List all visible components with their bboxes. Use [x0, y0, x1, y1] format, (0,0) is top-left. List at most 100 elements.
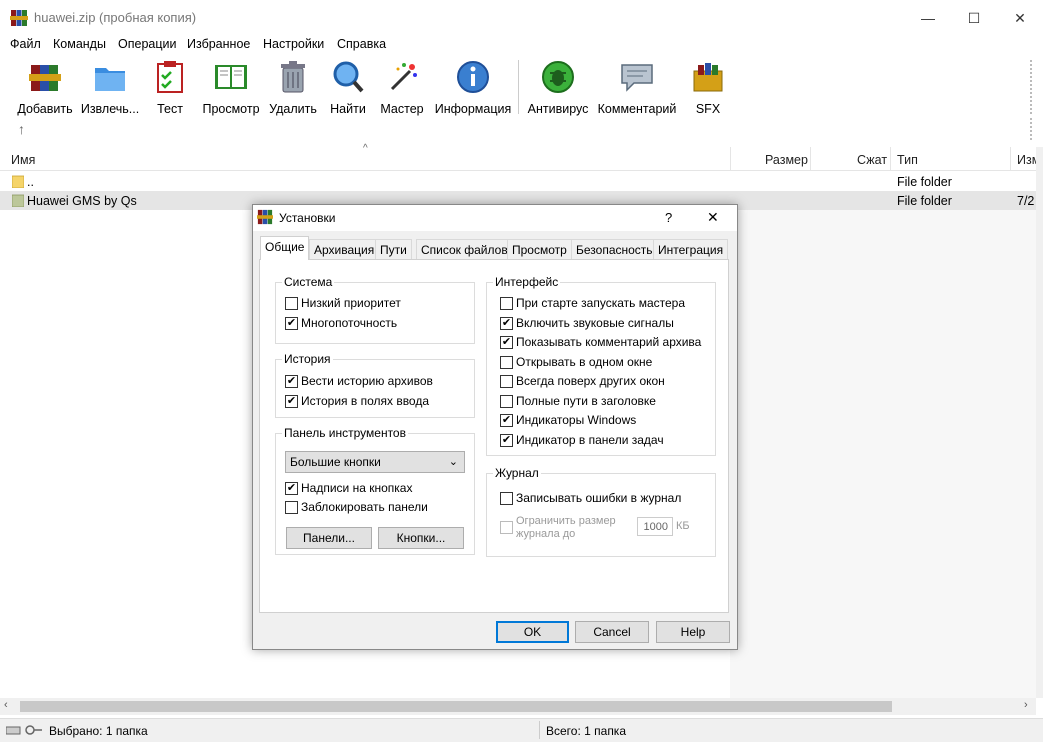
menu-bar: Файл Команды Операции Избранное Настройк…	[0, 36, 1043, 56]
button-size-select[interactable]: Большие кнопки ⌄	[285, 451, 465, 473]
taskbar-indicator-checkbox[interactable]: ✔ Индикатор в панели задач	[500, 432, 664, 448]
folder-icon	[12, 175, 24, 188]
checkbox-box[interactable]: ✔	[500, 433, 513, 447]
column-size[interactable]: Размер	[765, 153, 808, 167]
close-button[interactable]: ✕	[997, 0, 1043, 36]
minimize-button[interactable]: —	[905, 0, 951, 36]
info-button[interactable]: Информация	[434, 59, 512, 116]
table-row[interactable]: .. File folder	[0, 172, 1043, 191]
checkbox-box[interactable]	[500, 296, 513, 310]
toolbar-separator	[518, 60, 519, 114]
view-button[interactable]: Просмотр	[200, 59, 262, 116]
checkbox-label: История в полях ввода	[301, 394, 430, 408]
windows-indicators-checkbox[interactable]: ✔ Индикаторы Windows	[500, 412, 636, 428]
always-on-top-checkbox[interactable]: Всегда поверх других окон	[500, 373, 665, 389]
tab-file-list[interactable]: Список файлов	[416, 239, 513, 259]
menu-help[interactable]: Справка	[337, 37, 386, 51]
tab-viewer[interactable]: Просмотр	[507, 239, 572, 259]
view-label: Просмотр	[202, 102, 260, 116]
extract-button[interactable]: Извлечь...	[80, 59, 140, 116]
tab-paths[interactable]: Пути	[375, 239, 412, 259]
checkbox-box[interactable]	[500, 520, 513, 534]
vertical-scrollbar[interactable]	[1036, 147, 1043, 698]
column-background	[730, 210, 1036, 698]
scroll-left-icon[interactable]: ‹	[4, 699, 8, 711]
menu-favorites[interactable]: Избранное	[187, 37, 250, 51]
checkbox-box[interactable]: ✔	[285, 394, 298, 408]
test-button[interactable]: Тест	[150, 59, 190, 116]
comment-button[interactable]: Комментарий	[597, 59, 677, 116]
address-grip[interactable]	[1030, 118, 1032, 140]
checkbox-box[interactable]: ✔	[500, 413, 513, 427]
checkbox-box[interactable]: ✔	[500, 335, 513, 349]
log-size-input[interactable]: 1000	[637, 517, 673, 536]
limit-log-label-line1: Ограничить размер	[516, 515, 616, 527]
panels-button[interactable]: Панели...	[286, 527, 372, 549]
low-priority-checkbox[interactable]: Низкий приоритет	[285, 295, 401, 311]
scroll-right-icon[interactable]: ›	[1024, 699, 1028, 711]
horizontal-scrollbar[interactable]: ‹ ›	[0, 698, 1036, 715]
full-paths-checkbox[interactable]: Полные пути в заголовке	[500, 393, 656, 409]
checkbox-box[interactable]	[285, 296, 298, 310]
multithreading-checkbox[interactable]: ✔ Многопоточность	[285, 315, 397, 331]
wizard-button[interactable]: Мастер	[379, 59, 425, 116]
checkbox-box[interactable]	[500, 394, 513, 408]
tab-archiving[interactable]: Архивация	[309, 239, 380, 259]
menu-file[interactable]: Файл	[10, 37, 41, 51]
column-name[interactable]: Имя	[11, 153, 35, 167]
help-button[interactable]: Help	[656, 621, 730, 643]
sfx-button[interactable]: SFX	[686, 59, 730, 116]
show-comment-checkbox[interactable]: ✔ Показывать комментарий архива	[500, 334, 701, 350]
find-button[interactable]: Найти	[328, 59, 368, 116]
start-wizard-checkbox[interactable]: При старте запускать мастера	[500, 295, 685, 311]
checkbox-label: Включить звуковые сигналы	[516, 316, 674, 330]
title-bar: huawei.zip (пробная копия) — ☐ ✕	[0, 0, 1043, 36]
ok-button[interactable]: OK	[496, 621, 569, 643]
column-divider[interactable]	[890, 147, 891, 171]
cancel-button[interactable]: Cancel	[575, 621, 649, 643]
checkbox-box[interactable]	[500, 491, 513, 505]
log-errors-checkbox[interactable]: Записывать ошибки в журнал	[500, 490, 681, 506]
sounds-checkbox[interactable]: ✔ Включить звуковые сигналы	[500, 315, 674, 331]
buttons-button[interactable]: Кнопки...	[378, 527, 464, 549]
column-packed[interactable]: Сжат	[857, 153, 887, 167]
checkbox-box[interactable]: ✔	[500, 316, 513, 330]
checkbox-box[interactable]	[500, 355, 513, 369]
tab-security[interactable]: Безопасность	[571, 239, 658, 259]
delete-button[interactable]: Удалить	[268, 59, 318, 116]
toolbar: Добавить Извлечь... Тест Просмотр Удалит…	[0, 56, 1043, 146]
column-divider[interactable]	[810, 147, 811, 171]
checkbox-box[interactable]: ✔	[285, 481, 298, 495]
single-window-checkbox[interactable]: Открывать в одном окне	[500, 354, 652, 370]
lock-panels-checkbox[interactable]: Заблокировать панели	[285, 499, 428, 515]
tab-general[interactable]: Общие	[260, 236, 310, 260]
wizard-label: Мастер	[380, 102, 424, 116]
dialog-close-button[interactable]: ✕	[707, 209, 719, 226]
column-type[interactable]: Тип	[897, 153, 918, 167]
menu-commands[interactable]: Команды	[53, 37, 106, 51]
checkbox-box[interactable]: ✔	[285, 316, 298, 330]
dialog-help-button[interactable]: ?	[665, 210, 672, 225]
button-captions-checkbox[interactable]: ✔ Надписи на кнопках	[285, 480, 412, 496]
menu-settings[interactable]: Настройки	[263, 37, 324, 51]
checkbox-box[interactable]	[500, 374, 513, 388]
checkbox-box[interactable]: ✔	[285, 374, 298, 388]
up-folder-button[interactable]: ↑	[18, 121, 25, 137]
menu-operations[interactable]: Операции	[118, 37, 176, 51]
antivirus-button[interactable]: Антивирус	[526, 59, 590, 116]
add-button[interactable]: Добавить	[16, 59, 74, 116]
input-history-checkbox[interactable]: ✔ История в полях ввода	[285, 393, 429, 409]
checkbox-box[interactable]	[285, 500, 298, 514]
dialog-title-bar: Установки ? ✕	[253, 205, 737, 231]
scrollbar-thumb[interactable]	[20, 701, 892, 712]
tab-integration[interactable]: Интеграция	[653, 239, 729, 259]
winrar-logo-icon	[10, 10, 28, 26]
column-divider[interactable]	[1010, 147, 1011, 171]
test-clipboard-icon	[157, 61, 183, 93]
column-divider[interactable]	[730, 147, 731, 171]
toolbar-grip[interactable]	[1030, 60, 1032, 114]
limit-log-size-checkbox[interactable]	[500, 519, 516, 535]
archive-history-checkbox[interactable]: ✔ Вести историю архивов	[285, 373, 433, 389]
group-history: История ✔ Вести историю архивов ✔ История …	[275, 352, 475, 418]
maximize-button[interactable]: ☐	[951, 0, 997, 36]
